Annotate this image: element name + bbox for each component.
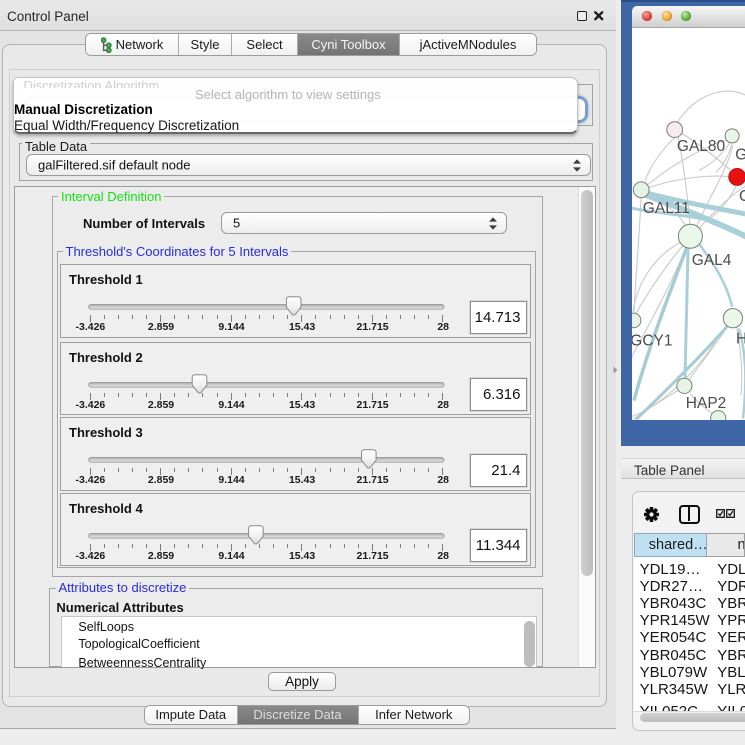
- svg-text:GAL80: GAL80: [677, 138, 726, 155]
- svg-text:HAP2: HAP2: [686, 395, 727, 412]
- svg-text:H: H: [736, 330, 745, 347]
- svg-text:GCY1: GCY1: [632, 332, 673, 349]
- svg-text:GA: GA: [735, 146, 745, 163]
- svg-text:GAL11: GAL11: [643, 200, 690, 217]
- svg-text:GAL4: GAL4: [692, 252, 732, 269]
- svg-text:C: C: [739, 188, 745, 205]
